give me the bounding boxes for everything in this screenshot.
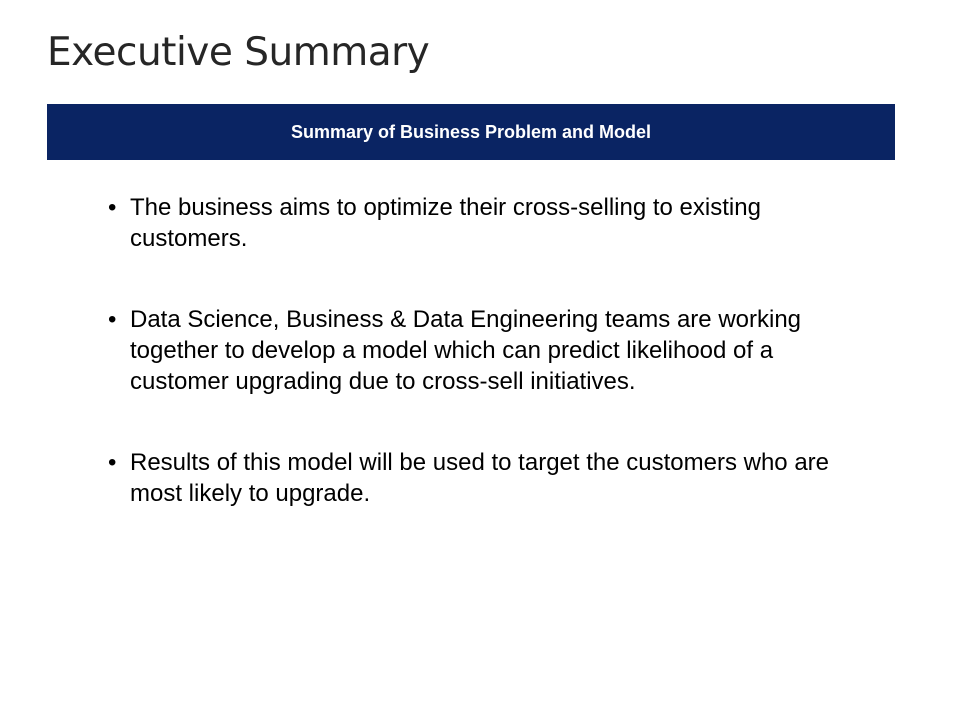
bullet-text: The business aims to optimize their cros…	[130, 194, 761, 252]
bullet-list: • The business aims to optimize their cr…	[108, 192, 868, 559]
bullet-text: Results of this model will be used to ta…	[130, 449, 829, 507]
banner-label: Summary of Business Problem and Model	[290, 121, 652, 142]
bullet-item-2: • Data Science, Business & Data Engineer…	[108, 304, 868, 397]
bullet-icon: •	[108, 194, 117, 221]
bullet-item-1: • The business aims to optimize their cr…	[108, 192, 868, 254]
bullet-icon: •	[108, 449, 117, 476]
bullet-icon: •	[108, 306, 117, 333]
slide-title: Executive Summary	[47, 30, 430, 75]
bullet-text: Data Science, Business & Data Engineerin…	[130, 306, 802, 395]
slide: Executive Summary Summary of Business Pr…	[0, 0, 960, 720]
bullet-item-3: • Results of this model will be used to …	[108, 447, 868, 509]
section-banner: Summary of Business Problem and Model	[47, 104, 895, 160]
